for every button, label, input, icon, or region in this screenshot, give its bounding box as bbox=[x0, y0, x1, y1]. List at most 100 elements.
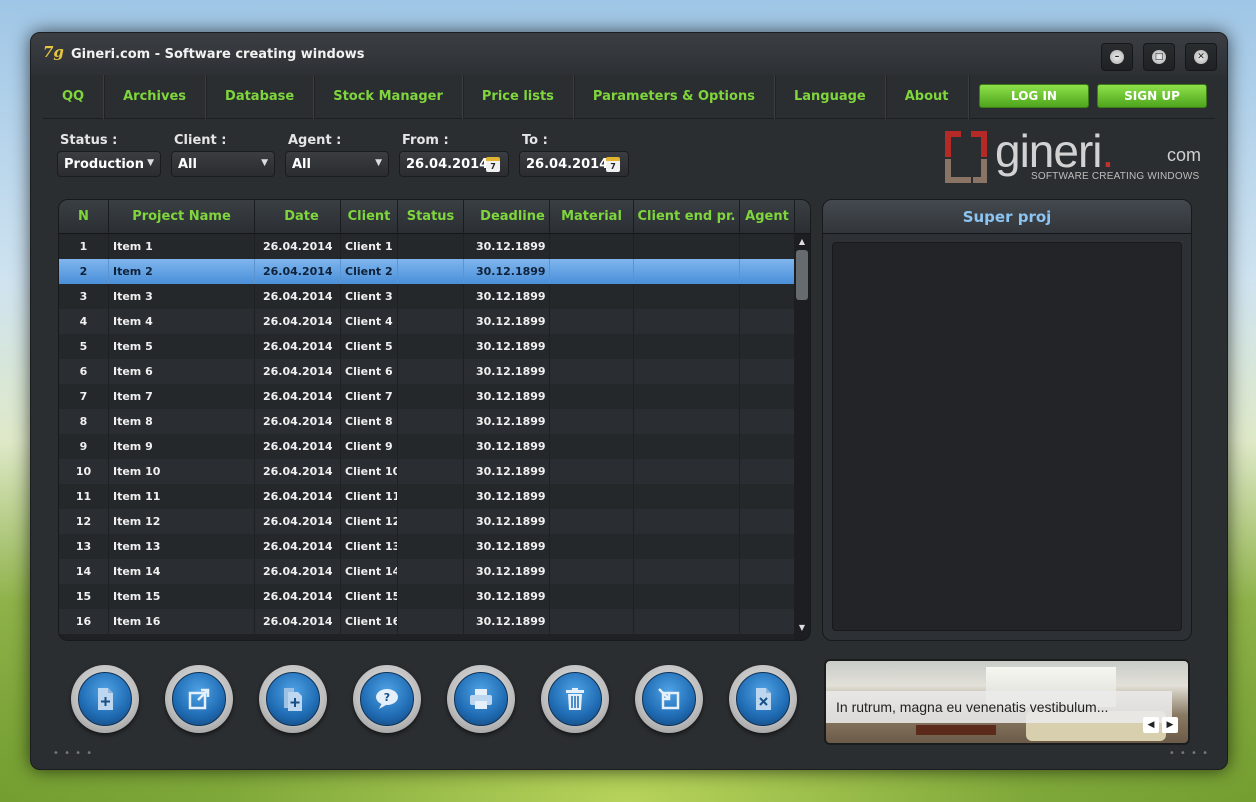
col-agent[interactable]: Agent bbox=[740, 200, 795, 234]
cell-n: 15 bbox=[59, 584, 109, 609]
cell-n: 16 bbox=[59, 609, 109, 634]
from-date-field[interactable]: 26.04.2014 7 bbox=[399, 151, 509, 177]
cell-agent bbox=[740, 484, 795, 509]
cell-project-name: Item 14 bbox=[109, 559, 255, 584]
table-row[interactable]: 8 Item 8 26.04.2014 Client 8 30.12.1899 bbox=[59, 409, 795, 434]
col-n[interactable]: N bbox=[59, 200, 109, 234]
maximize-button[interactable]: □ bbox=[1143, 43, 1175, 71]
close-button[interactable]: ✕ bbox=[1185, 43, 1217, 71]
table-row[interactable]: 7 Item 7 26.04.2014 Client 7 30.12.1899 bbox=[59, 384, 795, 409]
login-button[interactable]: LOG IN bbox=[979, 84, 1089, 108]
col-material[interactable]: Material bbox=[550, 200, 634, 234]
cell-client-end-price bbox=[634, 359, 740, 384]
brand-name: gineri. bbox=[995, 125, 1114, 177]
cell-client: Client 8 bbox=[341, 409, 398, 434]
cell-status bbox=[398, 434, 464, 459]
table-row[interactable]: 13 Item 13 26.04.2014 Client 13 30.12.1899 bbox=[59, 534, 795, 559]
cell-deadline: 30.12.1899 bbox=[464, 509, 550, 534]
cell-agent bbox=[740, 384, 795, 409]
cell-client-end-price bbox=[634, 309, 740, 334]
cell-date: 26.04.2014 bbox=[255, 234, 341, 259]
banner-prev-icon[interactable]: ◀ bbox=[1143, 717, 1159, 733]
cell-status bbox=[398, 509, 464, 534]
menu-stock-manager[interactable]: Stock Manager bbox=[314, 74, 463, 119]
cell-n: 4 bbox=[59, 309, 109, 334]
signup-button[interactable]: SIGN UP bbox=[1097, 84, 1207, 108]
col-client[interactable]: Client bbox=[341, 200, 398, 234]
new-document-button[interactable] bbox=[71, 665, 139, 733]
client-select[interactable]: All ▼ bbox=[171, 151, 275, 177]
menu-language[interactable]: Language bbox=[775, 74, 886, 119]
client-filter: Client : All ▼ bbox=[171, 131, 275, 177]
menu-archives[interactable]: Archives bbox=[104, 74, 207, 119]
scroll-up-icon[interactable]: ▲ bbox=[794, 234, 810, 250]
cell-client-end-price bbox=[634, 559, 740, 584]
cell-date: 26.04.2014 bbox=[255, 334, 341, 359]
col-client-end-price[interactable]: Client end pr. bbox=[634, 200, 740, 234]
filter-bar: Status : Production ▼ Client : All ▼ Age… bbox=[57, 131, 639, 177]
cell-project-name: Item 6 bbox=[109, 359, 255, 384]
status-label: Status : bbox=[60, 133, 118, 148]
status-select[interactable]: Production ▼ bbox=[57, 151, 161, 177]
maximize-icon: □ bbox=[1152, 50, 1166, 64]
scroll-down-icon[interactable]: ▼ bbox=[794, 620, 810, 636]
banner-image-table bbox=[916, 725, 996, 735]
menu-parameters-options[interactable]: Parameters & Options bbox=[574, 74, 775, 119]
table-row[interactable]: 3 Item 3 26.04.2014 Client 3 30.12.1899 bbox=[59, 284, 795, 309]
cell-status bbox=[398, 534, 464, 559]
table-row[interactable]: 6 Item 6 26.04.2014 Client 6 30.12.1899 bbox=[59, 359, 795, 384]
to-date-field[interactable]: 26.04.2014 7 bbox=[519, 151, 629, 177]
table-row[interactable]: 16 Item 16 26.04.2014 Client 16 30.12.1899 bbox=[59, 609, 795, 634]
copy-add-button[interactable] bbox=[259, 665, 327, 733]
scroll-thumb[interactable] bbox=[796, 250, 808, 300]
col-deadline[interactable]: Deadline bbox=[464, 200, 550, 234]
cell-client: Client 1 bbox=[341, 234, 398, 259]
menu-about[interactable]: About bbox=[886, 74, 969, 119]
banner-next-icon[interactable]: ▶ bbox=[1162, 717, 1178, 733]
table-scrollbar[interactable]: ▲ ▼ bbox=[794, 234, 810, 640]
open-external-button[interactable] bbox=[165, 665, 233, 733]
table-row[interactable]: 15 Item 15 26.04.2014 Client 15 30.12.1899 bbox=[59, 584, 795, 609]
chevron-down-icon: ▼ bbox=[375, 158, 382, 168]
help-button[interactable]: ? bbox=[353, 665, 421, 733]
cell-material bbox=[550, 234, 634, 259]
cell-material bbox=[550, 559, 634, 584]
cell-agent bbox=[740, 534, 795, 559]
col-status[interactable]: Status bbox=[398, 200, 464, 234]
table-row[interactable]: 4 Item 4 26.04.2014 Client 4 30.12.1899 bbox=[59, 309, 795, 334]
promo-banner[interactable]: In rutrum, magna eu venenatis vestibulum… bbox=[824, 659, 1190, 745]
col-date[interactable]: Date bbox=[255, 200, 341, 234]
menu-price-lists[interactable]: Price lists bbox=[463, 74, 574, 119]
resize-grip-right[interactable]: • • • • bbox=[1169, 748, 1209, 759]
menu-qq[interactable]: QQ bbox=[43, 74, 105, 119]
table-row[interactable]: 1 Item 1 26.04.2014 Client 1 30.12.1899 bbox=[59, 234, 795, 259]
table-row[interactable]: 11 Item 11 26.04.2014 Client 11 30.12.1899 bbox=[59, 484, 795, 509]
cell-material bbox=[550, 484, 634, 509]
print-button[interactable] bbox=[447, 665, 515, 733]
table-row[interactable]: 5 Item 5 26.04.2014 Client 5 30.12.1899 bbox=[59, 334, 795, 359]
calendar-icon[interactable]: 7 bbox=[486, 157, 500, 172]
table-row[interactable]: 10 Item 10 26.04.2014 Client 10 30.12.1899 bbox=[59, 459, 795, 484]
table-row[interactable]: 14 Item 14 26.04.2014 Client 14 30.12.1899 bbox=[59, 559, 795, 584]
minimize-button[interactable]: – bbox=[1101, 43, 1133, 71]
menu-database[interactable]: Database bbox=[206, 74, 315, 119]
agent-select[interactable]: All ▼ bbox=[285, 151, 389, 177]
calendar-icon[interactable]: 7 bbox=[606, 157, 620, 172]
table-row[interactable]: 12 Item 12 26.04.2014 Client 12 30.12.1899 bbox=[59, 509, 795, 534]
cell-n: 7 bbox=[59, 384, 109, 409]
brand-tld: com bbox=[1166, 145, 1201, 165]
cell-agent bbox=[740, 334, 795, 359]
to-date-value: 26.04.2014 bbox=[526, 156, 609, 172]
import-button[interactable] bbox=[635, 665, 703, 733]
table-row[interactable]: 2 Item 2 26.04.2014 Client 2 30.12.1899 bbox=[59, 259, 795, 284]
delete-button[interactable] bbox=[541, 665, 609, 733]
table-row[interactable]: 9 Item 9 26.04.2014 Client 9 30.12.1899 bbox=[59, 434, 795, 459]
col-project-name[interactable]: Project Name bbox=[109, 200, 255, 234]
close-document-button[interactable] bbox=[729, 665, 797, 733]
cell-deadline: 30.12.1899 bbox=[464, 609, 550, 634]
title-bar[interactable]: 7g Gineri.com - Software creating window… bbox=[31, 33, 1227, 75]
cell-deadline: 30.12.1899 bbox=[464, 584, 550, 609]
cell-project-name: Item 11 bbox=[109, 484, 255, 509]
trash-icon bbox=[566, 688, 584, 710]
banner-caption: In rutrum, magna eu venenatis vestibulum… bbox=[826, 691, 1172, 723]
